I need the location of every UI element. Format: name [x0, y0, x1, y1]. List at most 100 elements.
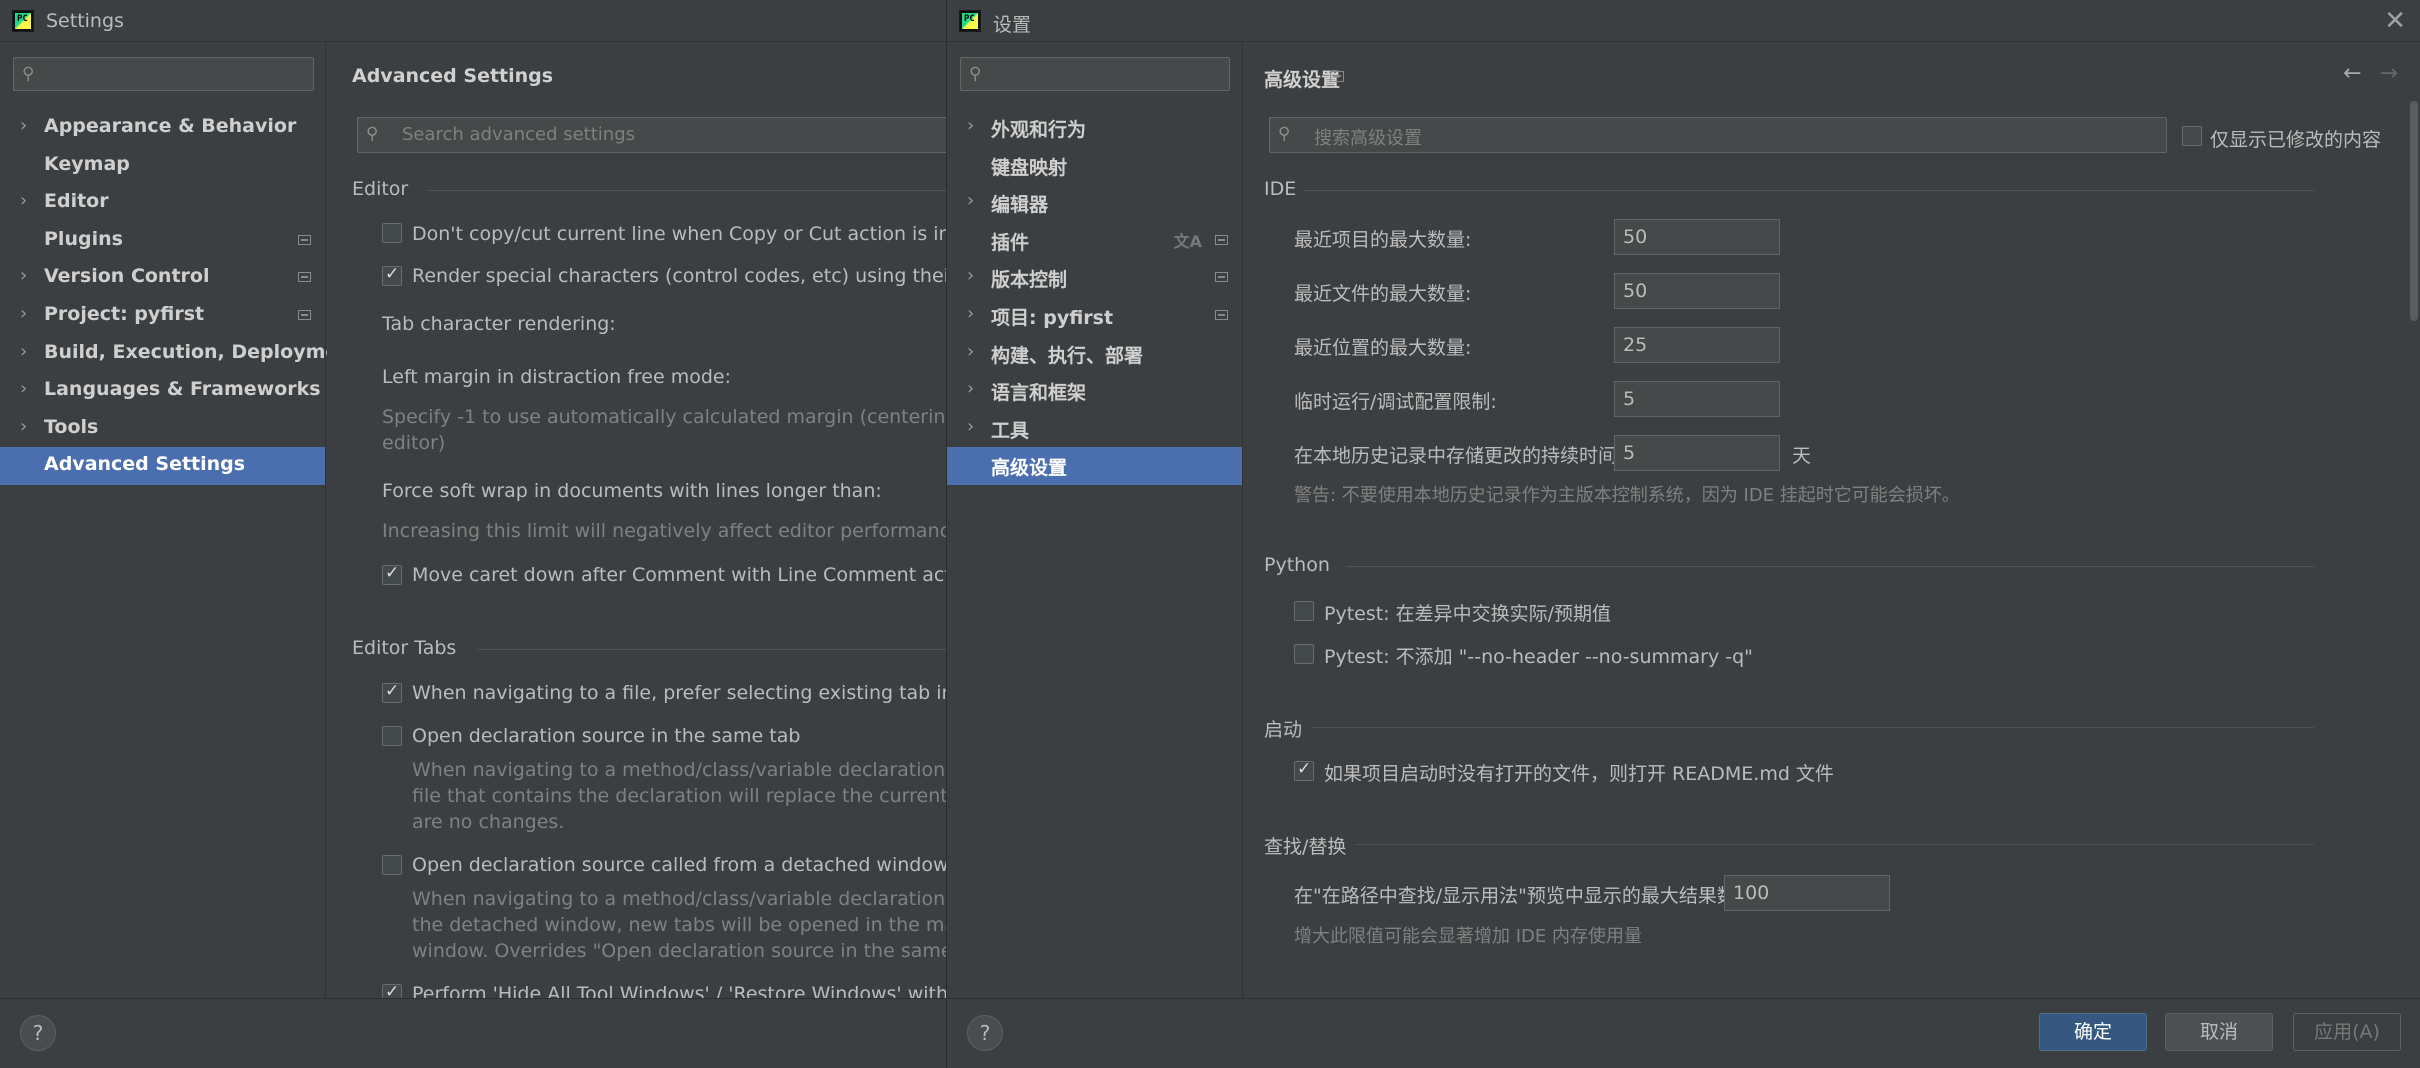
ok-button[interactable]: 确定 — [2039, 1013, 2147, 1051]
pycharm-logo-icon — [959, 10, 981, 32]
sidebar-item-label: 版本控制 — [991, 269, 1068, 292]
chevron-right-icon[interactable]: › — [20, 341, 27, 362]
copy-cut-label: Don't copy/cut current line when Copy or… — [412, 223, 946, 245]
left-margin-label: Left margin in distraction free mode: — [382, 366, 732, 388]
sidebar-item-label: 插件 — [991, 231, 1030, 254]
chevron-right-icon[interactable]: › — [20, 265, 27, 286]
sidebar-item-label: 键盘映射 — [991, 156, 1068, 179]
sidebar-item[interactable]: › 版本控制 — [947, 259, 1242, 297]
sidebar-item[interactable]: › Version Control — [0, 259, 325, 297]
sidebar-item[interactable]: › 构建、执行、部署 — [947, 335, 1242, 373]
left-margin-hint-2: editor) — [382, 432, 446, 454]
sidebar-item[interactable]: Advanced Settings — [0, 447, 325, 485]
chevron-right-icon[interactable]: › — [20, 190, 27, 211]
recent-projects-label: 最近项目的最大数量: — [1294, 229, 1472, 251]
advanced-settings-search-input[interactable]: ⚲ Search advanced settings — [357, 117, 946, 153]
content-scrollbar[interactable] — [2410, 101, 2418, 321]
sidebar-item[interactable]: › 编辑器 — [947, 184, 1242, 222]
open-decl-label: Open declaration source in the same tab — [412, 725, 801, 747]
sidebar-item[interactable]: Keymap — [0, 147, 325, 185]
chevron-right-icon[interactable]: › — [967, 416, 974, 437]
local-history-label: 在本地历史记录中存储更改的持续时间: — [1294, 445, 1624, 467]
sidebar-item[interactable]: › Tools — [0, 410, 325, 448]
left-margin-hint: Specify -1 to use automatically calculat… — [382, 406, 946, 428]
sidebar-item[interactable]: › 项目: pyfirst — [947, 297, 1242, 335]
render-special-checkbox[interactable] — [382, 264, 402, 286]
chevron-right-icon[interactable]: › — [20, 115, 27, 136]
dialog-footer: ? — [0, 998, 946, 1068]
chevron-right-icon[interactable]: › — [967, 341, 974, 362]
sidebar-item[interactable]: 插件 文A — [947, 222, 1242, 260]
settings-window-chinese: 设置 ✕ ⚲ › 外观和行为键盘映射 › 编辑器插件 文A › 版本控制 › 项目: pyfir… — [946, 0, 2420, 1068]
sidebar-item[interactable]: › Project: pyfirst — [0, 297, 325, 335]
recent-locations-input[interactable]: 25 — [1614, 327, 1780, 363]
pytest-swap-checkbox[interactable] — [1294, 601, 1314, 621]
sidebar-search-input[interactable]: ⚲ — [960, 57, 1230, 91]
open-decl-hint-2: file that contains the declaration will … — [412, 785, 946, 807]
settings-content: 高级设置 ← → ⚲ 搜索高级设置 仅显示已修改的内容 IDE 最近项目的最大数量… — [1244, 43, 2420, 998]
sidebar-item[interactable]: › Build, Execution, Deployment — [0, 335, 361, 373]
detached-hint: When navigating to a method/class/variab… — [412, 888, 946, 910]
search-icon: ⚲ — [1278, 124, 1291, 144]
chevron-right-icon[interactable]: › — [20, 303, 27, 324]
modified-indicator-icon — [298, 272, 311, 283]
chevron-right-icon[interactable]: › — [967, 378, 974, 399]
local-history-input[interactable]: 5 — [1614, 435, 1780, 471]
chevron-right-icon[interactable]: › — [20, 416, 27, 437]
sidebar-item[interactable]: › Languages & Frameworks — [0, 372, 325, 410]
recent-locations-label: 最近位置的最大数量: — [1294, 337, 1472, 359]
help-button[interactable]: ? — [20, 1015, 56, 1051]
pytest-noheader-checkbox[interactable] — [1294, 644, 1314, 664]
find-max-input[interactable]: 100 — [1724, 875, 1890, 911]
sidebar-item-label: 语言和框架 — [991, 382, 1087, 405]
open-detached-checkbox[interactable] — [382, 855, 402, 875]
render-special-label: Render special characters (control codes… — [412, 265, 946, 287]
sidebar-item[interactable]: › 语言和框架 — [947, 372, 1242, 410]
chevron-right-icon[interactable]: › — [20, 378, 27, 399]
chevron-right-icon[interactable]: › — [967, 303, 974, 324]
search-placeholder: 搜索高级设置 — [1314, 128, 1422, 149]
only-modified-checkbox[interactable] — [2182, 126, 2202, 146]
sidebar-item-label: Editor — [44, 190, 109, 213]
temp-run-label: 临时运行/调试配置限制: — [1294, 391, 1497, 413]
pytest-noheader-label: Pytest: 不添加 "--no-header --no-summary -q… — [1324, 646, 1753, 668]
chevron-right-icon[interactable]: › — [967, 190, 974, 211]
nav-prefer-checkbox[interactable] — [382, 681, 402, 703]
modified-indicator-icon — [1215, 234, 1228, 245]
advanced-settings-search-input[interactable]: ⚲ 搜索高级设置 — [1269, 117, 2167, 153]
forward-arrow-icon[interactable]: → — [2380, 61, 2398, 86]
temp-run-input[interactable]: 5 — [1614, 381, 1780, 417]
sidebar-item-label: 编辑器 — [991, 194, 1049, 217]
sidebar-item[interactable]: 键盘映射 — [947, 147, 1242, 185]
close-icon[interactable]: ✕ — [2384, 6, 2406, 36]
sidebar-item[interactable]: Plugins — [0, 222, 325, 260]
find-max-label: 在"在路径中查找/显示用法"预览中显示的最大结果数: — [1294, 885, 1743, 907]
recent-files-input[interactable]: 50 — [1614, 273, 1780, 309]
section-startup: 启动 — [1264, 719, 1303, 741]
open-readme-checkbox[interactable] — [1294, 759, 1314, 781]
open-decl-checkbox[interactable] — [382, 726, 402, 746]
section-find-replace: 查找/替换 — [1264, 836, 1347, 858]
sidebar-item[interactable]: › Editor — [0, 184, 325, 222]
apply-button[interactable]: 应用(A) — [2293, 1013, 2401, 1051]
copy-cut-checkbox[interactable] — [382, 223, 402, 243]
help-button[interactable]: ? — [967, 1015, 1003, 1051]
sidebar-item[interactable]: › 外观和行为 — [947, 109, 1242, 147]
modified-indicator-icon — [1215, 272, 1228, 283]
chevron-right-icon[interactable]: › — [967, 265, 974, 286]
chevron-right-icon[interactable]: › — [967, 115, 974, 136]
section-divider — [1312, 727, 2314, 728]
sidebar-item[interactable]: › 工具 — [947, 410, 1242, 448]
window-title: Settings — [46, 10, 124, 32]
sidebar-item[interactable]: 高级设置 — [947, 447, 1242, 485]
back-arrow-icon[interactable]: ← — [2343, 61, 2361, 86]
section-divider — [477, 649, 946, 650]
sidebar-search-input[interactable]: ⚲ — [13, 57, 314, 91]
sidebar-item-label: Version Control — [44, 265, 210, 288]
sidebar-item[interactable]: › Appearance & Behavior — [0, 109, 325, 147]
recent-projects-input[interactable]: 50 — [1614, 219, 1780, 255]
cancel-button[interactable]: 取消 — [2165, 1013, 2273, 1051]
pytest-swap-label: Pytest: 在差异中交换实际/预期值 — [1324, 603, 1612, 625]
translate-icon: 文A — [1173, 231, 1202, 251]
move-caret-checkbox[interactable] — [382, 563, 402, 585]
